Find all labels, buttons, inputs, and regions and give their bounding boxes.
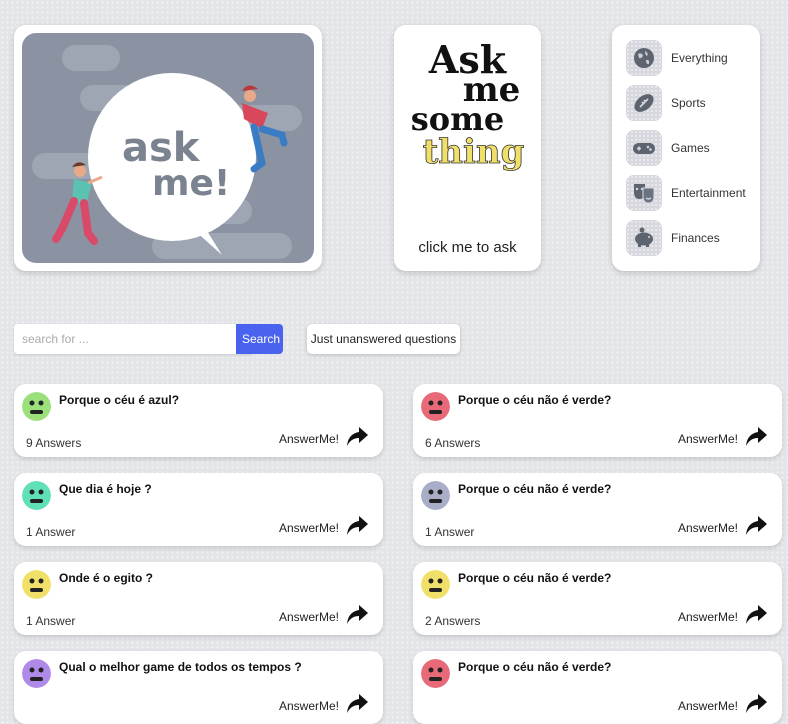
category-entertainment[interactable]: Entertainment bbox=[626, 175, 756, 213]
answer-count: 1 Answer bbox=[26, 525, 76, 539]
theater-masks-icon bbox=[626, 175, 662, 211]
category-finances[interactable]: Finances bbox=[626, 220, 756, 258]
share-arrow-icon[interactable] bbox=[744, 515, 768, 542]
user-avatar bbox=[22, 659, 51, 688]
user-avatar bbox=[421, 570, 450, 599]
share-arrow-icon[interactable] bbox=[345, 693, 369, 720]
share-arrow-icon[interactable] bbox=[744, 604, 768, 631]
answer-me-link[interactable]: AnswerMe! bbox=[678, 521, 738, 535]
category-list: Everything Sports Games Entertainment Fi… bbox=[612, 25, 760, 271]
question-title[interactable]: Que dia é hoje ? bbox=[59, 482, 152, 496]
answer-me-link[interactable]: AnswerMe! bbox=[279, 699, 339, 713]
answer-count: 9 Answers bbox=[26, 436, 82, 450]
share-arrow-icon[interactable] bbox=[345, 604, 369, 631]
bubble-ask-text: ask bbox=[122, 125, 200, 171]
answer-me-link[interactable]: AnswerMe! bbox=[678, 610, 738, 624]
category-everything[interactable]: Everything bbox=[626, 40, 756, 78]
category-label: Sports bbox=[671, 96, 706, 110]
answer-me-link[interactable]: AnswerMe! bbox=[279, 432, 339, 446]
question-card[interactable]: Porque o céu não é verde? 6 Answers Answer… bbox=[413, 384, 782, 457]
user-avatar bbox=[421, 481, 450, 510]
question-title[interactable]: Porque o céu é azul? bbox=[59, 393, 179, 407]
search-input[interactable] bbox=[14, 324, 252, 354]
user-avatar bbox=[22, 570, 51, 599]
answer-me-link[interactable]: AnswerMe! bbox=[279, 610, 339, 624]
question-card[interactable]: Porque o céu é azul? 9 Answers AnswerMe! bbox=[14, 384, 383, 457]
answer-me-link[interactable]: AnswerMe! bbox=[279, 521, 339, 535]
unanswered-filter-button[interactable]: Just unanswered questions bbox=[307, 324, 460, 354]
question-card[interactable]: Que dia é hoje ? 1 Answer AnswerMe! bbox=[14, 473, 383, 546]
category-sports[interactable]: Sports bbox=[626, 85, 756, 123]
question-card[interactable]: Qual o melhor game de todos os tempos ? A… bbox=[14, 651, 383, 724]
question-title[interactable]: Onde é o egito ? bbox=[59, 571, 153, 585]
answer-count: 6 Answers bbox=[425, 436, 481, 450]
question-title[interactable]: Porque o céu não é verde? bbox=[458, 393, 611, 407]
question-card[interactable]: Porque o céu não é verde? 2 Answers Answer… bbox=[413, 562, 782, 635]
category-label: Games bbox=[671, 141, 710, 155]
answer-me-link[interactable]: AnswerMe! bbox=[678, 432, 738, 446]
ask-me-card[interactable]: Ask me some thing click me to ask bbox=[394, 25, 541, 271]
answer-count: 1 Answer bbox=[425, 525, 475, 539]
category-label: Finances bbox=[671, 231, 720, 245]
hero-card: ask me! bbox=[14, 25, 322, 271]
user-avatar bbox=[421, 659, 450, 688]
answer-count: 1 Answer bbox=[26, 614, 76, 628]
football-icon bbox=[626, 85, 662, 121]
question-title[interactable]: Porque o céu não é verde? bbox=[458, 571, 611, 585]
piggy-bank-icon bbox=[626, 220, 662, 256]
question-title[interactable]: Porque o céu não é verde? bbox=[458, 660, 611, 674]
search-bar: Search bbox=[14, 324, 283, 354]
share-arrow-icon[interactable] bbox=[345, 426, 369, 453]
share-arrow-icon[interactable] bbox=[744, 693, 768, 720]
search-button[interactable]: Search bbox=[236, 324, 283, 354]
question-card[interactable]: Onde é o egito ? 1 Answer AnswerMe! bbox=[14, 562, 383, 635]
user-avatar bbox=[421, 392, 450, 421]
category-label: Everything bbox=[671, 51, 728, 65]
share-arrow-icon[interactable] bbox=[744, 426, 768, 453]
bubble-me-text: me! bbox=[152, 163, 231, 204]
ask-me-illustration: ask me! bbox=[22, 33, 314, 263]
user-avatar bbox=[22, 481, 51, 510]
gamepad-icon bbox=[626, 130, 662, 166]
ask-title-line4: thing bbox=[422, 132, 525, 172]
question-title[interactable]: Qual o melhor game de todos os tempos ? bbox=[59, 660, 302, 674]
question-card[interactable]: Porque o céu não é verde? 1 Answer AnswerM… bbox=[413, 473, 782, 546]
share-arrow-icon[interactable] bbox=[345, 515, 369, 542]
answer-me-link[interactable]: AnswerMe! bbox=[678, 699, 738, 713]
question-title[interactable]: Porque o céu não é verde? bbox=[458, 482, 611, 496]
question-card[interactable]: Porque o céu não é verde? AnswerMe! bbox=[413, 651, 782, 724]
ask-title-line3: some bbox=[410, 100, 505, 138]
category-games[interactable]: Games bbox=[626, 130, 756, 168]
click-to-ask-link[interactable]: click me to ask bbox=[394, 239, 541, 256]
globe-icon bbox=[626, 40, 662, 76]
category-label: Entertainment bbox=[671, 186, 746, 200]
user-avatar bbox=[22, 392, 51, 421]
answer-count: 2 Answers bbox=[425, 614, 481, 628]
